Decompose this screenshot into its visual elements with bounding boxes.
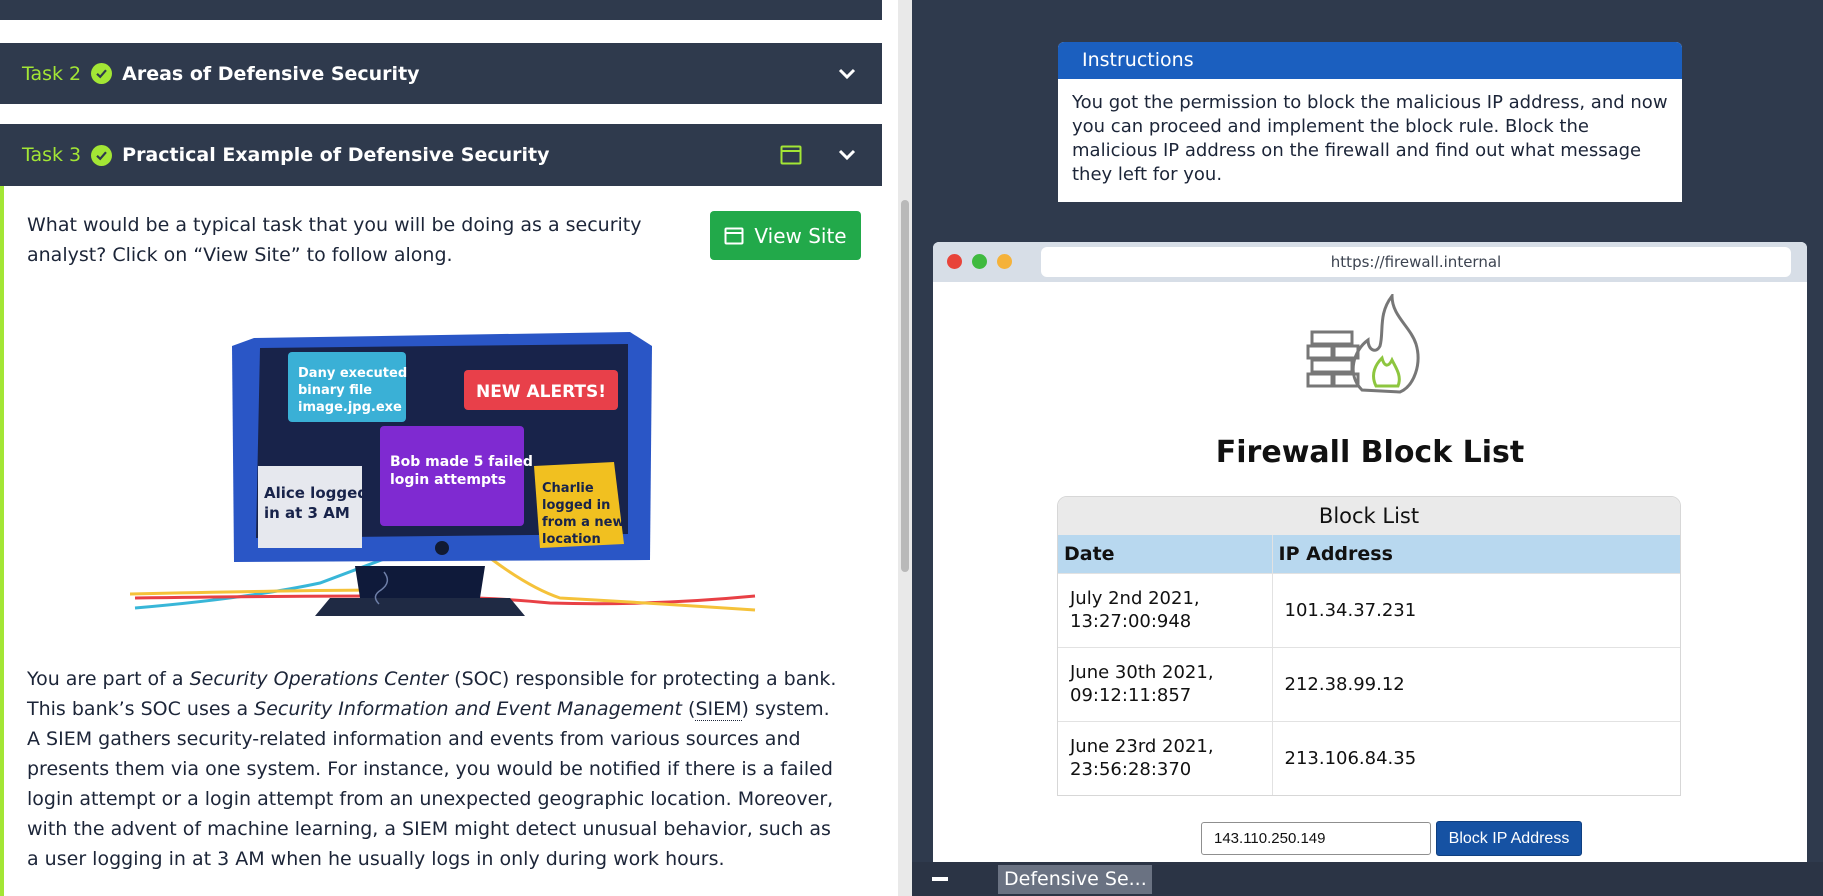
- illustration-card-text: Dany executed: [298, 366, 407, 381]
- maximize-dot-icon[interactable]: [972, 254, 987, 269]
- instructions-box: Instructions You got the permission to b…: [1058, 42, 1682, 202]
- block-ip-button[interactable]: Block IP Address: [1436, 821, 1582, 856]
- soc-term: Security Operations Center: [189, 668, 449, 690]
- table-row: July 2nd 2021, 13:27:00:948 101.34.37.231: [1058, 572, 1680, 647]
- illustration-card-text: binary file: [298, 383, 372, 398]
- task-2-number: Task 2: [22, 62, 82, 85]
- task-3-title: Practical Example of Defensive Security: [122, 144, 550, 166]
- minimize-dot-icon[interactable]: [997, 254, 1012, 269]
- illustration-card-text: logged in: [542, 498, 610, 513]
- close-dot-icon[interactable]: [947, 254, 962, 269]
- illustration-card-text: image.jpg.exe: [298, 400, 402, 415]
- block-list-table: Date IP Address July 2nd 2021, 13:27:00:9…: [1058, 535, 1680, 795]
- view-site-button[interactable]: View Site: [710, 211, 861, 260]
- ip-cell: 212.38.99.12: [1272, 646, 1680, 721]
- illustration-card-text: Charlie: [542, 481, 594, 496]
- ip-cell: 101.34.37.231: [1272, 572, 1680, 647]
- block-list-caption: Block List: [1058, 497, 1680, 535]
- instructions-title: Instructions: [1058, 42, 1682, 79]
- browser-window: https://firewall.internal Firewall Block…: [933, 242, 1807, 896]
- task-3-header[interactable]: Task 3 Practical Example of Defensive Se…: [0, 124, 882, 186]
- date-cell: June 30th 2021, 09:12:11:857: [1058, 646, 1273, 721]
- instructions-text: You got the permission to block the mali…: [1072, 92, 1668, 185]
- desktop-taskbar: Defensive Se...: [912, 862, 1823, 896]
- task-1-header[interactable]: [0, 0, 882, 20]
- window-icon: [724, 227, 744, 244]
- view-site-label: View Site: [754, 223, 847, 248]
- table-row: June 23rd 2021, 23:56:28:370 213.106.84.3…: [1058, 720, 1680, 795]
- siem-term: Security Information and Event Managemen…: [254, 698, 683, 720]
- soc-paragraph: You are part of a Security Operations Ce…: [27, 664, 847, 874]
- lab-panel: Instructions You got the permission to b…: [912, 0, 1823, 896]
- task-3-number: Task 3: [22, 144, 82, 166]
- time-line: 09:12:11:857: [1070, 685, 1192, 706]
- new-alerts-label: NEW ALERTS!: [476, 382, 606, 402]
- task-panel: Task 2 Areas of Defensive Security Task …: [0, 0, 882, 896]
- time-line: 23:56:28:370: [1070, 759, 1192, 781]
- date-cell: June 23rd 2021, 23:56:28:370: [1058, 720, 1273, 795]
- table-header-row: Date IP Address: [1058, 535, 1680, 573]
- check-icon: [91, 63, 113, 84]
- task-3-content: What would be a typical task that you wi…: [0, 186, 882, 896]
- block-list-card: Block List Date IP Address July 2nd 2021…: [1057, 496, 1681, 796]
- browser-toolbar: https://firewall.internal: [933, 242, 1807, 282]
- chevron-down-icon[interactable]: [836, 62, 858, 88]
- table-row: June 30th 2021, 09:12:11:857 212.38.99.12: [1058, 646, 1680, 721]
- left-scrollbar-thumb[interactable]: [901, 200, 909, 572]
- illustration-card-text: Alice logged: [264, 484, 368, 502]
- illustration-card-text: in at 3 AM: [264, 504, 350, 522]
- paragraph-text: ) system. A SIEM gathers security-relate…: [27, 698, 834, 870]
- minimize-icon[interactable]: [932, 877, 948, 881]
- taskbar-window-tab[interactable]: Defensive Se...: [998, 865, 1152, 894]
- paragraph-text: You are part of a: [27, 668, 190, 690]
- date-line: June 30th 2021,: [1070, 662, 1214, 683]
- page-title: Firewall Block List: [1215, 435, 1525, 470]
- split-view-icon[interactable]: [780, 145, 802, 169]
- task-question: What would be a typical task that you wi…: [27, 214, 642, 266]
- ip-cell: 213.106.84.35: [1272, 720, 1680, 795]
- date-line: June 23rd 2021,: [1070, 736, 1214, 758]
- column-header-date: Date: [1058, 535, 1273, 573]
- siem-abbreviation[interactable]: SIEM: [695, 698, 742, 721]
- task-2-title: Areas of Defensive Security: [122, 62, 420, 85]
- date-line: July 2nd 2021,: [1070, 588, 1200, 609]
- soc-monitor-illustration: Dany executed binary file image.jpg.exe …: [130, 332, 756, 616]
- illustration-card-text: from a new: [542, 515, 624, 530]
- chevron-down-icon[interactable]: [836, 143, 858, 169]
- paragraph-text: (: [682, 698, 696, 720]
- url-bar[interactable]: https://firewall.internal: [1041, 247, 1791, 277]
- ip-address-input[interactable]: [1201, 822, 1431, 855]
- illustration-card-text: location: [542, 532, 601, 547]
- task-2-header[interactable]: Task 2 Areas of Defensive Security: [0, 43, 882, 104]
- time-line: 13:27:00:948: [1070, 611, 1192, 632]
- check-icon: [91, 144, 113, 166]
- illustration-card-text: Bob made 5 failed: [390, 454, 533, 470]
- illustration-card-text: login attempts: [390, 472, 506, 488]
- firewall-icon: [1306, 294, 1420, 394]
- date-cell: July 2nd 2021, 13:27:00:948: [1058, 572, 1273, 647]
- column-header-ip: IP Address: [1272, 535, 1680, 573]
